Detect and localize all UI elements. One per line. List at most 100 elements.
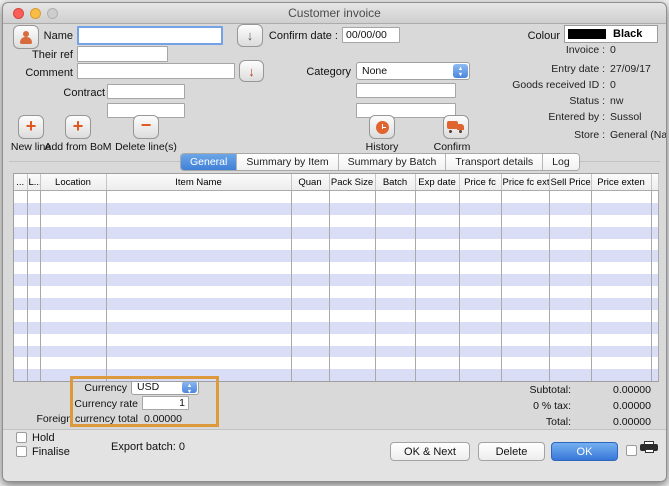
table-row[interactable] [14, 191, 658, 203]
table-cell [329, 286, 375, 298]
col-header[interactable]: Item Name [106, 174, 291, 191]
tab-summary-by-batch[interactable]: Summary by Batch [339, 154, 447, 170]
customer-invoice-window: Customer invoice Name ↓ Their ref Commen… [2, 2, 667, 482]
minus-icon: − [141, 116, 152, 134]
col-header[interactable]: Price exten [591, 174, 651, 191]
table-row[interactable] [14, 274, 658, 286]
table-cell [40, 346, 106, 358]
currency-rate-input[interactable] [142, 396, 189, 410]
table-row[interactable] [14, 215, 658, 227]
table-row[interactable] [14, 322, 658, 334]
table-row[interactable] [14, 286, 658, 298]
ok-button[interactable]: OK [551, 442, 618, 461]
col-header[interactable]: L... [27, 174, 40, 191]
table-cell [549, 357, 591, 369]
table-cell [329, 227, 375, 239]
col-header[interactable]: Exp date [415, 174, 459, 191]
print-button[interactable] [640, 441, 658, 456]
table-cell [106, 215, 291, 227]
contract-input[interactable] [107, 84, 185, 99]
currency-rate-label: Currency rate [48, 398, 138, 410]
ok-next-button[interactable]: OK & Next [390, 442, 470, 461]
table-cell [106, 227, 291, 239]
col-header[interactable]: Pack Size [329, 174, 375, 191]
table-cell [591, 191, 651, 203]
print-checkbox[interactable] [626, 445, 637, 456]
tab-general[interactable]: General [181, 154, 237, 170]
table-row[interactable] [14, 262, 658, 274]
table-cell [106, 191, 291, 203]
table-cell [501, 346, 549, 358]
add-from-bom-button[interactable]: + [65, 115, 91, 139]
confirm-button[interactable] [443, 115, 469, 139]
comment-expand-button[interactable]: ↓ [239, 60, 264, 82]
comment-input[interactable] [77, 63, 235, 79]
table-row[interactable] [14, 298, 658, 310]
tab-log[interactable]: Log [543, 154, 579, 170]
table-cell [549, 191, 591, 203]
table-row[interactable] [14, 203, 658, 215]
table-cell [14, 274, 27, 286]
history-button[interactable] [369, 115, 395, 139]
table-cell [591, 215, 651, 227]
table-row[interactable] [14, 369, 658, 381]
total-value: 0.00000 [563, 416, 651, 428]
printer-icon [640, 441, 658, 456]
table-cell [651, 310, 658, 322]
tab-transport-details[interactable]: Transport details [446, 154, 543, 170]
col-header[interactable]: Quan [291, 174, 329, 191]
table-cell [329, 215, 375, 227]
col-header[interactable]: Batch [375, 174, 415, 191]
truck-icon [447, 121, 465, 133]
category-label: Category [303, 66, 351, 78]
table-row[interactable] [14, 250, 658, 262]
table-cell [106, 274, 291, 286]
entered-by-value: Sussol [610, 111, 642, 123]
table-cell [329, 369, 375, 381]
table-row[interactable] [14, 346, 658, 358]
colour-swatch [568, 29, 606, 39]
table-cell [329, 239, 375, 251]
table-row[interactable] [14, 239, 658, 251]
table-row[interactable] [14, 334, 658, 346]
table-cell [415, 286, 459, 298]
table-cell [375, 369, 415, 381]
confirm-date-input[interactable] [342, 27, 400, 43]
their-ref-input[interactable] [77, 46, 168, 62]
new-line-button[interactable]: + [18, 115, 44, 139]
table-cell [459, 203, 501, 215]
table-cell [375, 274, 415, 286]
table-cell [591, 322, 651, 334]
table-cell [591, 298, 651, 310]
table-cell [40, 369, 106, 381]
table-row[interactable] [14, 357, 658, 369]
colour-select[interactable]: Black [564, 25, 658, 43]
choose-customer-button[interactable] [13, 25, 39, 49]
table-cell [40, 191, 106, 203]
hold-checkbox[interactable] [16, 432, 27, 443]
table-cell [329, 310, 375, 322]
table-cell [415, 239, 459, 251]
col-header[interactable]: ... [14, 174, 27, 191]
col-header[interactable]: Location [40, 174, 106, 191]
table-cell [27, 310, 40, 322]
tab-summary-by-item[interactable]: Summary by Item [237, 154, 338, 170]
name-input[interactable] [77, 26, 223, 45]
table-cell [415, 250, 459, 262]
col-header[interactable]: Sell Price [549, 174, 591, 191]
table-cell [291, 262, 329, 274]
table-cell [415, 203, 459, 215]
table-row[interactable] [14, 227, 658, 239]
table-cell [40, 203, 106, 215]
finalise-checkbox[interactable] [16, 446, 27, 457]
col-header[interactable]: Price fc ext [501, 174, 549, 191]
confirm-label: Confirm [402, 141, 502, 153]
table-cell [459, 357, 501, 369]
col-header[interactable]: Price fc [459, 174, 501, 191]
delete-button[interactable]: Delete [478, 442, 545, 461]
plus-icon: + [73, 117, 84, 135]
table-cell [501, 274, 549, 286]
table-row[interactable] [14, 310, 658, 322]
table-cell [549, 274, 591, 286]
delete-lines-button[interactable]: − [133, 115, 159, 139]
